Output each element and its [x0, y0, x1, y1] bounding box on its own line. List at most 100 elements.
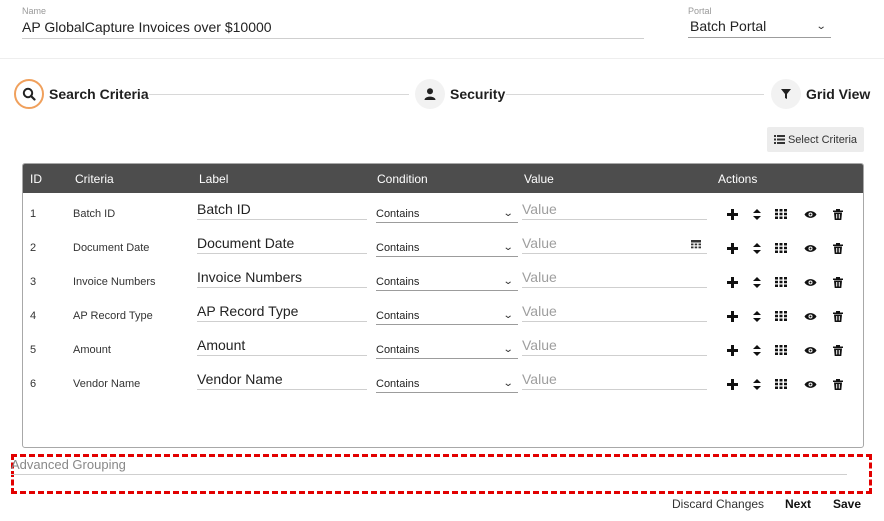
trash-icon[interactable] [831, 241, 845, 255]
calendar-icon[interactable] [691, 237, 701, 255]
columns-icon[interactable] [774, 309, 788, 323]
sort-icon[interactable] [750, 241, 764, 255]
header-condition: Condition [377, 172, 428, 186]
header-label: Label [199, 172, 229, 186]
label-input[interactable]: Invoice Numbers [197, 269, 367, 288]
eye-icon[interactable] [803, 377, 817, 391]
select-criteria-button[interactable]: Select Criteria [767, 127, 864, 152]
step-connector [147, 94, 409, 95]
value-input[interactable]: Value [522, 201, 707, 220]
chevron-down-icon: ⌄ [502, 344, 514, 355]
step-label: Search Criteria [49, 86, 149, 102]
eye-icon[interactable] [803, 241, 817, 255]
user-icon [415, 79, 445, 109]
table-row: 6 Vendor Name Vendor Name Contains ⌄ Value [23, 367, 863, 401]
condition-select[interactable]: Contains ⌄ [376, 208, 518, 223]
header-divider [0, 58, 884, 59]
columns-icon[interactable] [774, 241, 788, 255]
wizard-stepper: Search Criteria Security Grid View [14, 79, 871, 111]
step-label: Grid View [806, 86, 871, 102]
advanced-grouping-field[interactable]: Advanced Grouping [11, 457, 847, 475]
chevron-down-icon: ⌄ [815, 20, 827, 32]
value-input[interactable]: Value [522, 235, 707, 254]
columns-icon[interactable] [774, 207, 788, 221]
select-criteria-label: Select Criteria [787, 133, 858, 146]
table-row: 1 Batch ID Batch ID Contains ⌄ Value [23, 197, 863, 231]
columns-icon[interactable] [774, 377, 788, 391]
step-security[interactable]: Security [415, 79, 506, 109]
condition-value: Contains [376, 208, 420, 220]
sort-icon[interactable] [750, 377, 764, 391]
trash-icon[interactable] [831, 275, 845, 289]
next-button[interactable]: Next [785, 497, 811, 511]
header-id: ID [30, 172, 42, 186]
eye-icon[interactable] [803, 207, 817, 221]
eye-icon[interactable] [803, 309, 817, 323]
name-caption: Name [22, 6, 47, 16]
row-id: 2 [30, 242, 37, 254]
portal-caption: Portal [688, 6, 712, 16]
condition-select[interactable]: Contains ⌄ [376, 310, 518, 325]
name-field[interactable]: Name AP GlobalCapture Invoices over $100… [22, 6, 644, 39]
eye-icon[interactable] [803, 275, 817, 289]
label-input[interactable]: Batch ID [197, 201, 367, 220]
add-icon[interactable] [725, 309, 739, 323]
add-icon[interactable] [725, 207, 739, 221]
value-input[interactable]: Value [522, 269, 707, 288]
chevron-down-icon: ⌄ [502, 208, 514, 219]
add-icon[interactable] [725, 343, 739, 357]
portal-value: Batch Portal [690, 18, 767, 34]
header-actions: Actions [718, 172, 758, 186]
trash-icon[interactable] [831, 343, 845, 357]
sort-icon[interactable] [750, 343, 764, 357]
step-grid-view[interactable]: Grid View [771, 79, 871, 109]
table-row: 4 AP Record Type AP Record Type Contains ⌄ Va… [23, 299, 863, 333]
trash-icon[interactable] [831, 207, 845, 221]
step-search-criteria[interactable]: Search Criteria [14, 79, 149, 109]
table-row: 5 Amount Amount Contains ⌄ Value [23, 333, 863, 367]
label-input[interactable]: Vendor Name [197, 371, 367, 390]
label-input[interactable]: Document Date [197, 235, 367, 254]
condition-select[interactable]: Contains ⌄ [376, 344, 518, 359]
add-icon[interactable] [725, 377, 739, 391]
add-icon[interactable] [725, 241, 739, 255]
filter-icon [771, 79, 801, 109]
sort-icon[interactable] [750, 207, 764, 221]
value-input[interactable]: Value [522, 303, 707, 322]
table-row: 3 Invoice Numbers Invoice Numbers Contains ⌄… [23, 265, 863, 299]
trash-icon[interactable] [831, 309, 845, 323]
row-id: 5 [30, 344, 37, 356]
name-input[interactable]: AP GlobalCapture Invoices over $10000 [22, 17, 644, 39]
label-input[interactable]: AP Record Type [197, 303, 367, 322]
row-criteria: Batch ID [73, 208, 116, 220]
step-label: Security [450, 86, 506, 102]
row-criteria: AP Record Type [73, 310, 153, 322]
value-input[interactable]: Value [522, 337, 707, 356]
condition-value: Contains [376, 378, 420, 390]
portal-select[interactable]: Batch Portal ⌄ [688, 17, 831, 38]
condition-select[interactable]: Contains ⌄ [376, 276, 518, 291]
sort-icon[interactable] [750, 275, 764, 289]
condition-value: Contains [376, 242, 420, 254]
condition-select[interactable]: Contains ⌄ [376, 242, 518, 257]
portal-field[interactable]: Portal Batch Portal ⌄ [688, 6, 831, 38]
add-icon[interactable] [725, 275, 739, 289]
columns-icon[interactable] [774, 275, 788, 289]
value-input[interactable]: Value [522, 371, 707, 390]
chevron-down-icon: ⌄ [502, 242, 514, 253]
table-row: 2 Document Date Document Date Contains ⌄ Valu… [23, 231, 863, 265]
step-connector [506, 94, 764, 95]
label-input[interactable]: Amount [197, 337, 367, 356]
chevron-down-icon: ⌄ [502, 276, 514, 287]
save-button[interactable]: Save [833, 497, 861, 511]
condition-select[interactable]: Contains ⌄ [376, 378, 518, 393]
columns-icon[interactable] [774, 343, 788, 357]
row-criteria: Vendor Name [73, 378, 141, 390]
discard-changes-button[interactable]: Discard Changes [672, 497, 764, 511]
eye-icon[interactable] [803, 343, 817, 357]
sort-icon[interactable] [750, 309, 764, 323]
condition-value: Contains [376, 310, 420, 322]
trash-icon[interactable] [831, 377, 845, 391]
row-criteria: Document Date [73, 242, 150, 254]
list-icon [773, 135, 785, 144]
